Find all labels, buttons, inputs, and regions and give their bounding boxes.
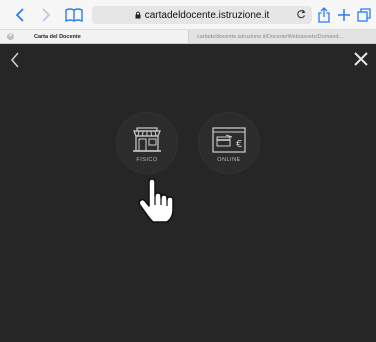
tab-title: Carta del Docente: [34, 33, 81, 40]
svg-text:€: €: [236, 139, 242, 150]
option-fisico[interactable]: FISICO: [116, 112, 178, 174]
back-button[interactable]: [8, 0, 32, 30]
address-bar[interactable]: cartadeldocente.istruzione.it: [92, 6, 312, 24]
close-icon: [354, 52, 368, 66]
share-button[interactable]: [314, 0, 334, 30]
share-icon: [318, 7, 330, 23]
bookmarks-button[interactable]: [60, 0, 88, 30]
chevron-left-icon: [11, 52, 19, 68]
page-content: FISICO € ONLINE: [0, 44, 376, 342]
tab-strip: × Carta del Docente cartadeldocente.istr…: [0, 30, 376, 44]
back-icon: [15, 8, 24, 22]
tab-title: cartadeldocente.istruzione.it/DocenteWeb…: [197, 33, 344, 40]
option-label: FISICO: [136, 157, 158, 163]
forward-icon: [42, 8, 51, 22]
hand-pointer-icon: [137, 178, 177, 229]
tabs-button[interactable]: [354, 0, 374, 30]
shop-icon: [131, 127, 163, 158]
tab-carta-del-docente[interactable]: × Carta del Docente: [0, 30, 188, 43]
browser-toolbar: cartadeldocente.istruzione.it: [0, 0, 376, 30]
lock-icon: [135, 11, 141, 19]
close-tab-icon[interactable]: ×: [7, 33, 14, 40]
tab-domanda[interactable]: cartadeldocente.istruzione.it/DocenteWeb…: [188, 30, 376, 43]
card-euro-icon: €: [212, 127, 246, 158]
new-tab-icon: [338, 9, 350, 21]
option-online[interactable]: € ONLINE: [198, 112, 260, 174]
new-tab-button[interactable]: [334, 0, 354, 30]
option-label: ONLINE: [217, 157, 241, 163]
close-button[interactable]: [354, 52, 368, 71]
bookmarks-icon: [65, 8, 83, 22]
forward-button[interactable]: [34, 0, 58, 30]
back-nav-button[interactable]: [10, 52, 20, 73]
tabs-icon: [357, 8, 371, 22]
url-text: cartadeldocente.istruzione.it: [144, 9, 270, 21]
reload-icon[interactable]: [296, 9, 306, 23]
